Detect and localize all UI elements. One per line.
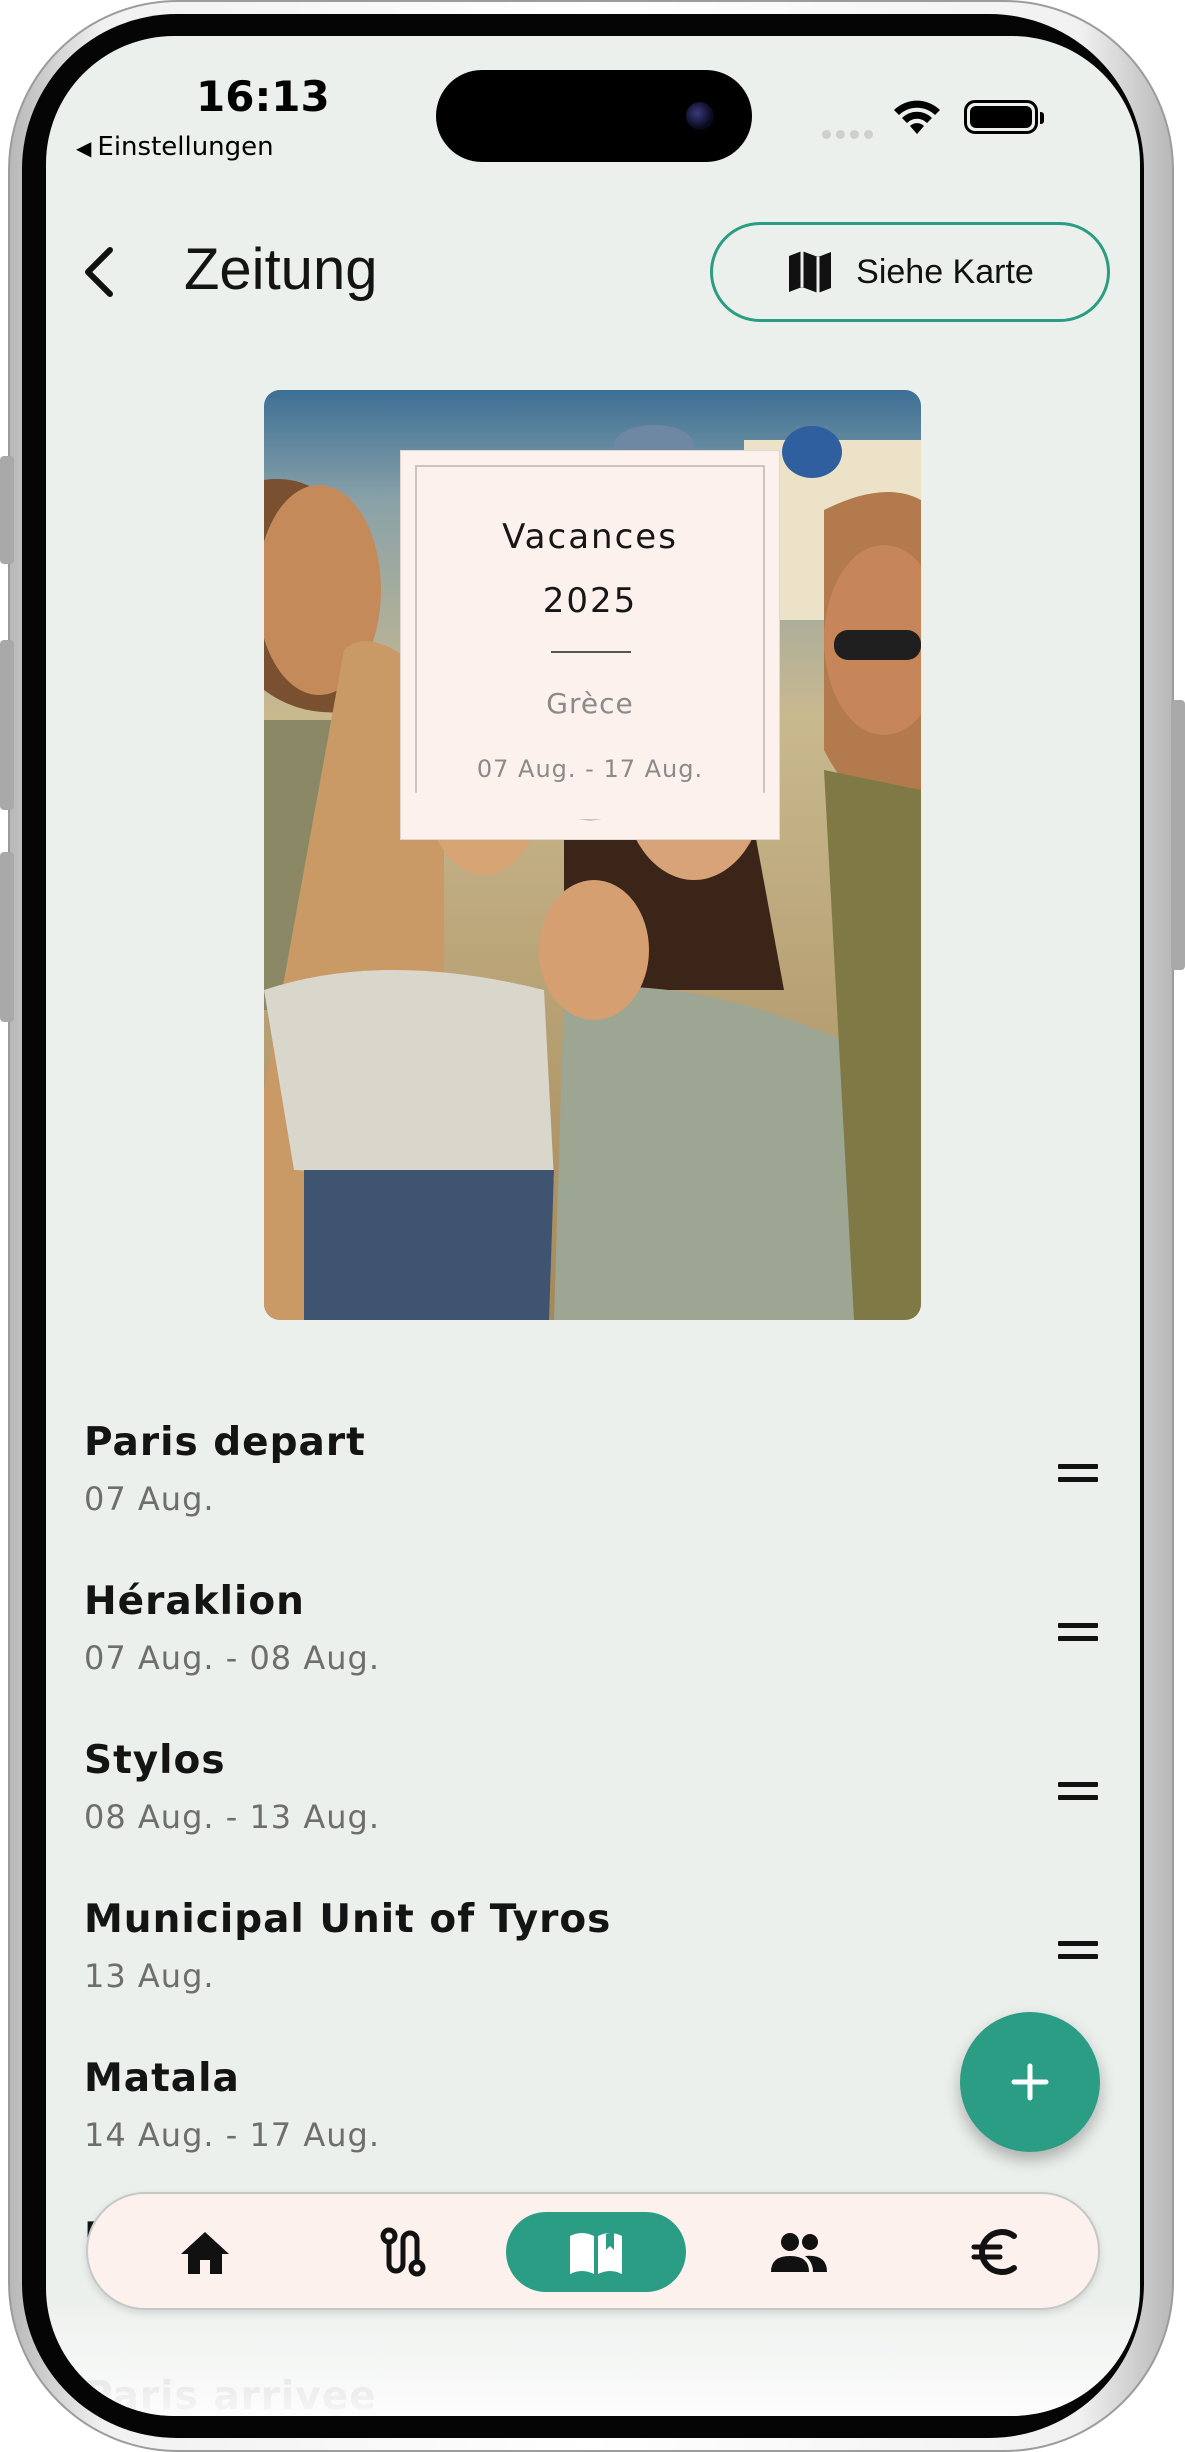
volume-down-button: [0, 852, 14, 1022]
stop-name: Paris arrivee: [84, 2374, 377, 2416]
journal-book-icon: [570, 2232, 622, 2274]
battery-icon: [964, 100, 1044, 134]
drag-handle-icon[interactable]: [1058, 1623, 1098, 1645]
app-screen: 16:13 ◀ Einstellungen Zeitung Siehe Karte: [46, 36, 1140, 2416]
euro-icon: [971, 2229, 1017, 2275]
nav-route[interactable]: [348, 2212, 458, 2292]
action-button: [0, 456, 14, 564]
stop-name: Paris depart: [84, 1420, 366, 1465]
back-to-app-link[interactable]: ◀ Einstellungen: [76, 132, 274, 162]
back-app-label: Einstellungen: [97, 132, 274, 162]
stop-item[interactable]: Paris depart 07 Aug.: [84, 1380, 1134, 1539]
power-button: [1171, 700, 1185, 970]
people-icon: [771, 2233, 827, 2272]
cover-date-range: 07 Aug. - 17 Aug.: [476, 755, 704, 783]
stop-name: Héraklion: [84, 1579, 305, 1624]
status-time: 16:13: [196, 72, 330, 121]
route-icon: [380, 2227, 426, 2277]
nav-expenses[interactable]: [940, 2212, 1050, 2292]
nav-people[interactable]: [744, 2212, 854, 2292]
stop-name: Stylos: [84, 1738, 226, 1783]
stop-dates: 08 Aug. - 13 Aug.: [84, 1798, 380, 1836]
page-title: Zeitung: [184, 237, 378, 302]
back-triangle-icon: ◀: [76, 136, 92, 160]
stop-item[interactable]: Municipal Unit of Tyros 13 Aug.: [84, 1857, 1134, 2016]
stop-item[interactable]: Héraklion 07 Aug. - 08 Aug.: [84, 1539, 1134, 1698]
cover-divider: [551, 651, 631, 653]
cover-title-line2: 2025: [542, 581, 638, 621]
dynamic-island: [436, 70, 752, 162]
volume-up-button: [0, 640, 14, 810]
bottom-navigation: [86, 2192, 1100, 2310]
stop-dates: 14 Aug. - 17 Aug.: [84, 2116, 380, 2154]
see-map-label: Siehe Karte: [856, 252, 1034, 291]
stop-dates: 13 Aug.: [84, 1957, 215, 1995]
nav-home[interactable]: [150, 2212, 260, 2292]
drag-handle-icon[interactable]: [1058, 1782, 1098, 1804]
plus-icon: [1011, 2063, 1049, 2101]
cellular-signal-icon: [822, 124, 878, 143]
stop-item[interactable]: Stylos 08 Aug. - 13 Aug.: [84, 1698, 1134, 1857]
stop-name: Matala: [84, 2056, 240, 2101]
stop-item[interactable]: Paris arrivee: [84, 2334, 1134, 2416]
drag-handle-icon[interactable]: [1058, 1464, 1098, 1486]
wifi-icon: [894, 100, 940, 134]
add-stop-button[interactable]: [960, 2012, 1100, 2152]
stop-dates: 07 Aug.: [84, 1480, 215, 1518]
stop-name: Municipal Unit of Tyros: [84, 1897, 612, 1942]
cover-country: Grèce: [546, 687, 634, 720]
cover-title-card: Vacances 2025 Grèce 07 Aug. - 17 Aug.: [400, 450, 780, 840]
cover-title-line1: Vacances: [502, 517, 678, 557]
back-arrow-icon[interactable]: [76, 242, 126, 302]
home-icon: [181, 2232, 229, 2274]
stop-dates: 07 Aug. - 08 Aug.: [84, 1639, 380, 1677]
drag-handle-icon[interactable]: [1058, 1941, 1098, 1963]
nav-journal[interactable]: [506, 2212, 686, 2292]
map-icon: [789, 251, 832, 293]
see-map-button[interactable]: Siehe Karte: [710, 222, 1110, 322]
